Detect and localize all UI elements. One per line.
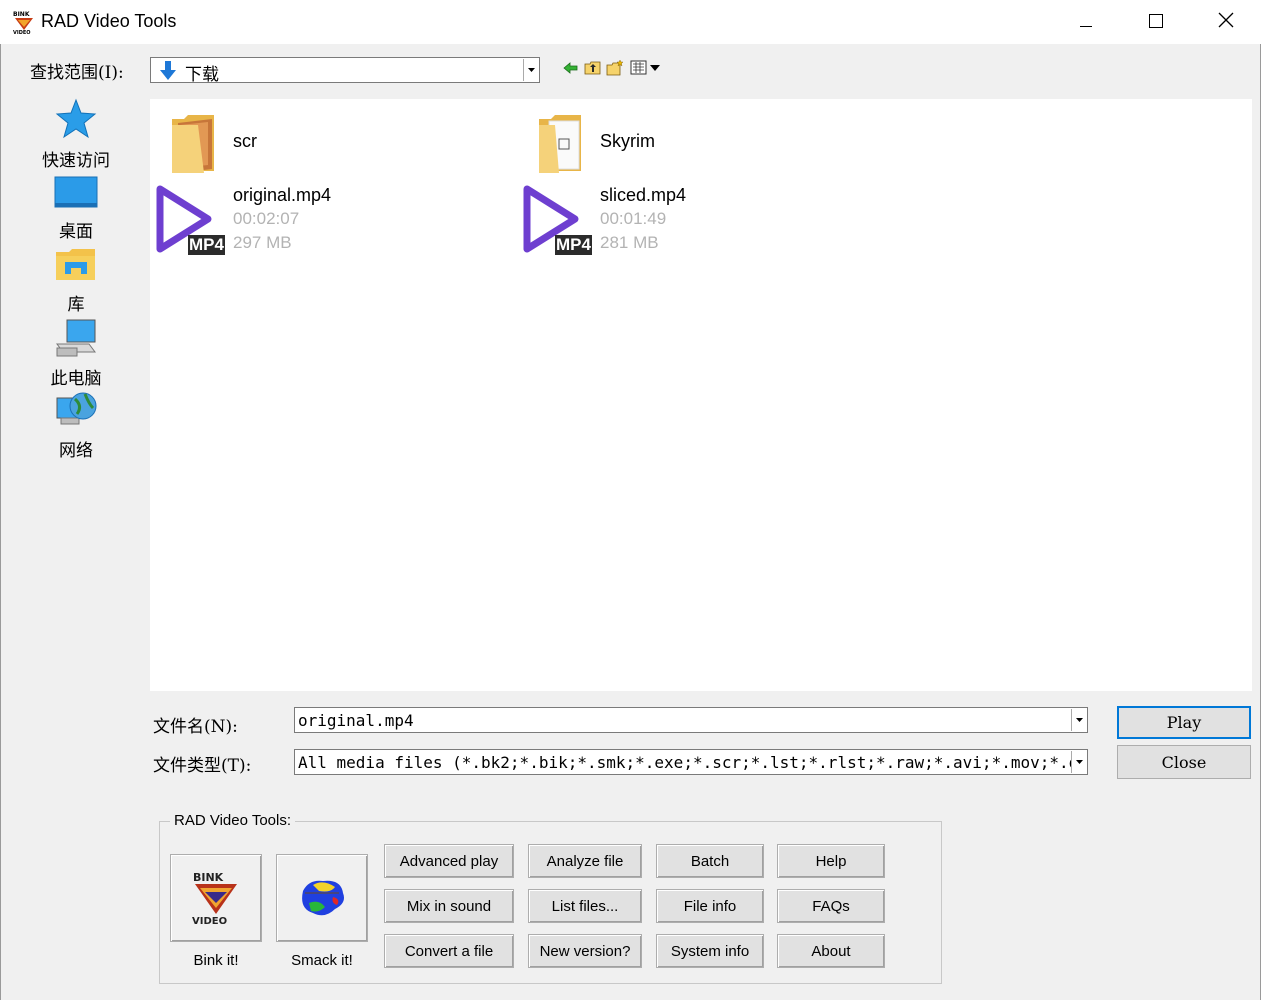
up-folder-icon[interactable] bbox=[584, 59, 602, 77]
file-duration: 00:02:07 bbox=[233, 209, 300, 228]
lookin-label: 查找范围(I): bbox=[30, 63, 124, 83]
close-button[interactable]: Close bbox=[1117, 745, 1251, 779]
smack-it-button[interactable] bbox=[276, 854, 368, 942]
mp4-badge: MP4 bbox=[188, 235, 225, 255]
svg-text:BINK: BINK bbox=[193, 871, 224, 884]
place-quick-access[interactable]: 快速访问 bbox=[30, 98, 122, 171]
network-icon bbox=[53, 392, 99, 434]
svg-text:BINK: BINK bbox=[13, 11, 30, 18]
file-item-folder[interactable]: Skyrim bbox=[531, 111, 791, 175]
filetype-combobox[interactable]: All media files (*.bk2;*.bik;*.smk;*.exe… bbox=[294, 749, 1088, 775]
chevron-down-icon bbox=[1075, 760, 1083, 764]
place-library[interactable]: 库 bbox=[30, 246, 122, 315]
file-info-button[interactable]: File info bbox=[656, 889, 764, 923]
place-label: 桌面 bbox=[59, 222, 93, 242]
place-label: 此电脑 bbox=[50, 369, 102, 389]
filename-combobox[interactable]: original.mp4 bbox=[294, 707, 1088, 733]
file-item-folder[interactable]: scr bbox=[164, 111, 424, 175]
filetype-value: All media files (*.bk2;*.bik;*.smk;*.exe… bbox=[298, 753, 1074, 772]
library-icon bbox=[53, 249, 99, 288]
place-label: 快速访问 bbox=[42, 151, 110, 171]
help-button[interactable]: Help bbox=[777, 844, 885, 878]
maximize-icon bbox=[1149, 13, 1163, 32]
star-icon bbox=[54, 98, 98, 144]
file-name: scr bbox=[233, 131, 257, 151]
window-title: RAD Video Tools bbox=[41, 11, 177, 31]
file-item-video[interactable]: MP4 original.mp4 00:02:07 297 MB bbox=[154, 183, 424, 259]
about-button[interactable]: About bbox=[777, 934, 885, 968]
place-label: 网络 bbox=[59, 441, 93, 461]
folder-icon bbox=[535, 111, 585, 179]
file-item-video[interactable]: MP4 sliced.mp4 00:01:49 281 MB bbox=[521, 183, 791, 259]
chevron-down-icon bbox=[1075, 718, 1083, 722]
mix-in-sound-button[interactable]: Mix in sound bbox=[384, 889, 514, 923]
title-bar: BINK VIDEO RAD Video Tools bbox=[0, 0, 1261, 44]
computer-icon bbox=[53, 319, 99, 362]
desktop-icon bbox=[53, 176, 99, 215]
file-size: 281 MB bbox=[600, 233, 659, 252]
download-arrow-icon bbox=[159, 61, 177, 85]
svg-text:VIDEO: VIDEO bbox=[192, 916, 227, 926]
minimize-icon bbox=[1080, 13, 1092, 32]
view-menu-icon[interactable] bbox=[630, 59, 662, 77]
close-icon bbox=[1218, 12, 1234, 32]
window-border-left bbox=[0, 44, 1, 1000]
mp4-badge: MP4 bbox=[555, 235, 592, 255]
smacker-logo-icon bbox=[302, 880, 344, 916]
play-button[interactable]: Play bbox=[1117, 706, 1251, 739]
batch-button[interactable]: Batch bbox=[656, 844, 764, 878]
new-version-button[interactable]: New version? bbox=[528, 934, 642, 968]
minimize-button[interactable] bbox=[1051, 0, 1121, 44]
file-size: 297 MB bbox=[233, 233, 292, 252]
smack-it-label: Smack it! bbox=[291, 952, 353, 969]
place-label: 库 bbox=[67, 295, 85, 315]
filetype-dropdown-arrow[interactable] bbox=[1071, 751, 1086, 773]
place-desktop[interactable]: 桌面 bbox=[30, 175, 122, 242]
convert-file-button[interactable]: Convert a file bbox=[384, 934, 514, 968]
place-this-pc[interactable]: 此电脑 bbox=[30, 318, 122, 389]
filetype-label: 文件类型(T): bbox=[153, 756, 252, 776]
group-title: RAD Video Tools: bbox=[170, 812, 296, 829]
file-list-view[interactable]: scr Skyrim MP4 original.mp4 00:02:07 297… bbox=[150, 99, 1252, 691]
lookin-dropdown-arrow[interactable] bbox=[523, 59, 538, 81]
analyze-file-button[interactable]: Analyze file bbox=[528, 844, 642, 878]
back-icon[interactable] bbox=[562, 59, 580, 77]
file-name: Skyrim bbox=[600, 131, 655, 151]
lookin-value: 下载 bbox=[185, 65, 219, 85]
file-name: sliced.mp4 bbox=[600, 185, 687, 205]
folder-icon bbox=[168, 111, 218, 179]
faqs-button[interactable]: FAQs bbox=[777, 889, 885, 923]
advanced-play-button[interactable]: Advanced play bbox=[384, 844, 514, 878]
bink-it-label: Bink it! bbox=[193, 952, 239, 969]
file-name: original.mp4 bbox=[233, 185, 332, 205]
chevron-down-icon bbox=[527, 68, 535, 72]
list-files-button[interactable]: List files... bbox=[528, 889, 642, 923]
bink-app-icon: BINK VIDEO bbox=[12, 10, 36, 36]
file-duration: 00:01:49 bbox=[600, 209, 667, 228]
new-folder-icon[interactable] bbox=[606, 59, 624, 77]
system-info-button[interactable]: System info bbox=[656, 934, 764, 968]
close-window-button[interactable] bbox=[1191, 0, 1261, 44]
svg-text:VIDEO: VIDEO bbox=[13, 30, 31, 34]
bink-video-logo-icon: BINK VIDEO bbox=[192, 871, 237, 926]
filename-input[interactable]: original.mp4 bbox=[298, 711, 1068, 730]
maximize-button[interactable] bbox=[1121, 0, 1191, 44]
lookin-combobox[interactable]: 下载 bbox=[150, 57, 540, 85]
filename-dropdown-arrow[interactable] bbox=[1071, 709, 1086, 731]
bink-it-button[interactable]: BINK VIDEO bbox=[170, 854, 262, 942]
place-network[interactable]: 网络 bbox=[30, 390, 122, 461]
filename-label: 文件名(N): bbox=[153, 717, 238, 737]
